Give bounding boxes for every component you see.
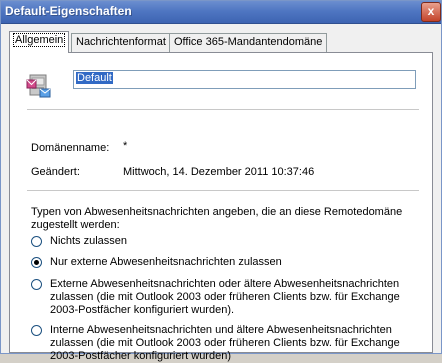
separator	[27, 190, 419, 191]
remote-domain-icon	[26, 74, 51, 98]
radio-label[interactable]: Interne Abwesenheitsnachrichten und älte…	[50, 324, 424, 363]
radio-label[interactable]: Nur externe Abwesenheitsnachrichten zula…	[50, 256, 424, 269]
window-title: Default-Eigenschaften	[5, 4, 132, 18]
changed-label: Geändert:	[31, 166, 80, 178]
changed-value: Mittwoch, 14. Dezember 2011 10:37:46	[123, 166, 315, 178]
tab-label: Nachrichtenformat	[76, 36, 166, 48]
tab-panel-allgemein: Default Domänenname: * Geändert: Mittwoc…	[9, 52, 433, 362]
close-button[interactable]: x	[421, 2, 441, 22]
dialog-body: Allgemein Nachrichtenformat Office 365-M…	[1, 25, 441, 362]
radio-label[interactable]: Nichts zulassen	[50, 235, 424, 248]
properties-window: Default-Eigenschaften x Allgemein Nachri…	[0, 0, 442, 362]
tab-office365-mandantendomaene[interactable]: Office 365-Mandantendomäne	[169, 33, 328, 52]
ooo-description: Typen von Abwesenheitsnachrichten angebe…	[31, 206, 403, 231]
radio-button-selected[interactable]	[31, 257, 42, 268]
radio-button[interactable]	[31, 325, 42, 336]
radio-label[interactable]: Externe Abwesenheitsnachrichten oder ält…	[50, 278, 424, 317]
domain-name-value: *	[123, 140, 128, 152]
radio-button[interactable]	[31, 236, 42, 247]
domain-name-label: Domänenname:	[31, 142, 110, 154]
title-bar[interactable]: Default-Eigenschaften x	[1, 1, 441, 24]
name-field-value: Default	[76, 72, 113, 84]
tab-label: Office 365-Mandantendomäne	[174, 36, 323, 48]
radio-button[interactable]	[31, 279, 42, 290]
tab-label: Allgemein	[12, 33, 66, 47]
separator	[27, 109, 419, 110]
tab-allgemein[interactable]: Allgemein	[9, 31, 70, 53]
tab-nachrichtenformat[interactable]: Nachrichtenformat	[71, 33, 171, 52]
name-field[interactable]: Default	[73, 70, 416, 89]
